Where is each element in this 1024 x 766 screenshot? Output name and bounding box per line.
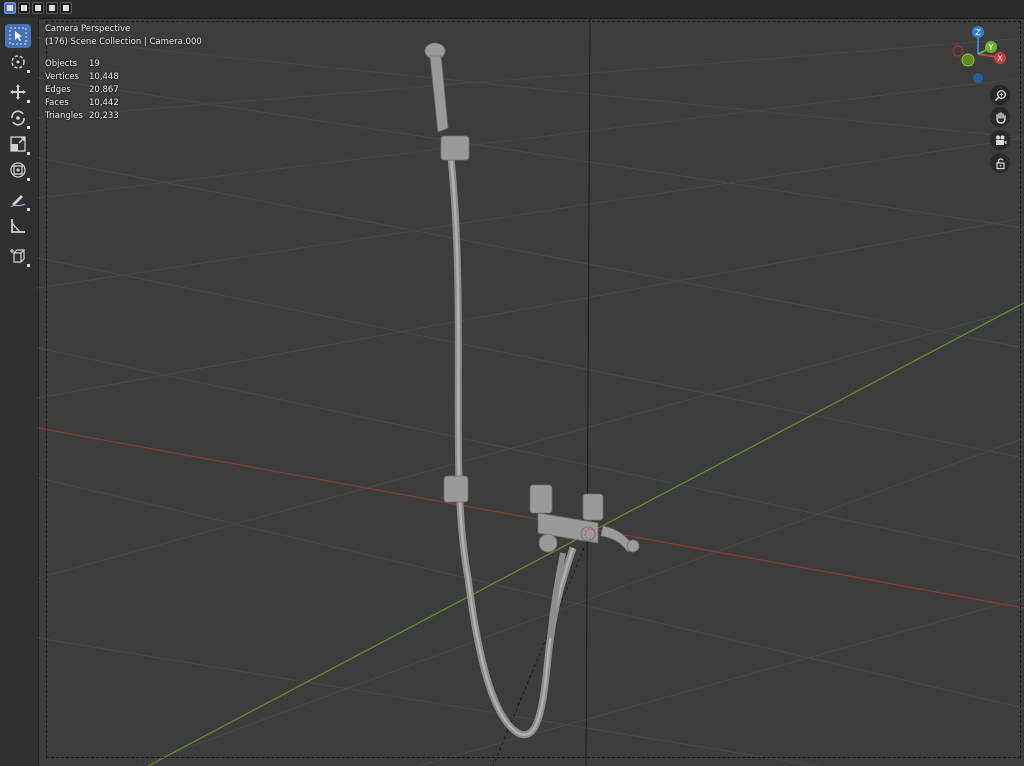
svg-text:Y: Y	[988, 43, 994, 52]
camera-view-button[interactable]	[990, 130, 1010, 150]
neg-x-axis-handle[interactable]	[952, 45, 964, 57]
svg-text:Z: Z	[975, 28, 981, 37]
rotate-tool[interactable]	[5, 106, 31, 130]
lock-button[interactable]	[990, 153, 1010, 173]
camera-view-icon	[995, 135, 1006, 145]
cursor-arrow-icon	[9, 27, 27, 45]
svg-text:X: X	[997, 54, 1003, 63]
stats-row-faces: Faces 10,442	[45, 98, 119, 108]
3d-cursor-icon	[11, 55, 25, 69]
viewport-info: Camera Perspective (176) Scene Collectio…	[45, 23, 202, 123]
shower-model[interactable]	[424, 42, 640, 739]
header-bar	[0, 0, 1024, 19]
scale-tool[interactable]	[5, 132, 31, 156]
move-arrows-icon	[10, 84, 26, 100]
zoom-icon	[994, 89, 1006, 101]
select-difference-icon[interactable]	[46, 2, 58, 14]
pencil-icon	[10, 195, 26, 208]
transform-icon	[10, 162, 26, 178]
select-extend-icon[interactable]	[18, 2, 30, 14]
pan-hand-icon	[995, 111, 1006, 124]
annotate-tool[interactable]	[5, 188, 31, 212]
tool-shelf	[0, 18, 39, 766]
floor-grid	[38, 37, 1024, 766]
stats-row-vertices: Vertices 10,448	[45, 72, 119, 82]
rotate-icon	[11, 110, 25, 126]
scale-icon	[10, 136, 26, 152]
scene-canvas[interactable]	[38, 18, 1024, 766]
x-axis-line	[38, 427, 1024, 609]
camera-guide-line	[585, 18, 591, 766]
select-subtract-icon[interactable]	[32, 2, 44, 14]
collection-line: (176) Scene Collection | Camera.000	[45, 37, 202, 47]
cursor-tool[interactable]	[5, 50, 31, 74]
stats-row-edges: Edges 20,867	[45, 85, 119, 95]
add-cube-icon	[10, 249, 26, 263]
stats-row-objects: Objects 19	[45, 59, 100, 69]
transform-tool[interactable]	[5, 158, 31, 182]
lock-icon	[995, 157, 1005, 169]
measure-tool[interactable]	[5, 214, 31, 238]
3d-viewport[interactable]: Camera Perspective (176) Scene Collectio…	[38, 18, 1024, 766]
select-box-icon[interactable]	[4, 2, 16, 14]
zoom-button[interactable]	[990, 85, 1010, 105]
neg-y-axis-handle[interactable]	[961, 53, 975, 67]
select-intersect-icon[interactable]	[60, 2, 72, 14]
ruler-icon	[11, 219, 25, 233]
camera-frustum-line	[492, 547, 585, 766]
view-name: Camera Perspective	[45, 24, 131, 34]
stats-row-triangles: Triangles 20,233	[45, 111, 119, 121]
move-tool[interactable]	[5, 80, 31, 104]
add-cube-tool[interactable]	[5, 244, 31, 268]
select-box-tool[interactable]	[5, 24, 31, 48]
neg-z-axis-handle[interactable]	[973, 73, 983, 83]
pan-button[interactable]	[990, 107, 1010, 127]
axis-gizmo[interactable]: Z X Y	[948, 24, 1014, 90]
